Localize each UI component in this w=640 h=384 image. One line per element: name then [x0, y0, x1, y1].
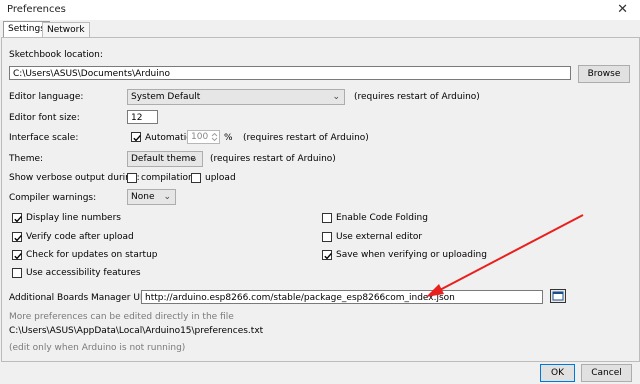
spinner-arrows-icon[interactable] — [211, 132, 218, 142]
external-editor-checkbox[interactable] — [322, 232, 332, 242]
editor-font-size-label: Editor font size: — [9, 113, 80, 123]
edit-note: (edit only when Arduino is not running) — [9, 343, 186, 353]
ok-button[interactable]: OK — [540, 364, 575, 382]
verbose-label: Show verbose output during: — [9, 173, 140, 183]
interface-scale-note: (requires restart of Arduino) — [243, 133, 369, 143]
check-icon — [133, 134, 141, 142]
window-icon[interactable] — [550, 289, 566, 303]
compilation-label: compilation — [141, 173, 194, 183]
preferences-file-path: C:\Users\ASUS\AppData\Local\Arduino15\pr… — [9, 326, 264, 336]
theme-label: Theme: — [9, 154, 44, 164]
upload-label: upload — [205, 173, 236, 183]
interface-scale-value: 100 — [191, 132, 209, 142]
editor-language-label: Editor language: — [9, 92, 84, 102]
chevron-down-icon: ⌄ — [163, 192, 171, 202]
interface-scale-label: Interface scale: — [9, 133, 79, 143]
code-folding-checkbox[interactable] — [322, 213, 332, 223]
window-glyph-icon — [552, 291, 564, 301]
verify-code-label: Verify code after upload — [26, 232, 134, 242]
compiler-warnings-select[interactable]: None ⌄ — [127, 189, 176, 205]
theme-note: (requires restart of Arduino) — [210, 154, 336, 164]
compilation-checkbox[interactable] — [127, 173, 137, 183]
compiler-warnings-label: Compiler warnings: — [9, 193, 97, 203]
interface-scale-unit: % — [224, 133, 233, 143]
accessibility-checkbox[interactable] — [12, 268, 22, 278]
boards-urls-label: Additional Boards Manager URLs: — [9, 293, 159, 303]
accessibility-label: Use accessibility features — [26, 268, 141, 278]
check-updates-label: Check for updates on startup — [26, 250, 158, 260]
editor-font-size-field[interactable]: 12 — [127, 110, 158, 124]
more-preferences-note: More preferences can be edited directly … — [9, 312, 234, 322]
boards-urls-field[interactable]: http://arduino.esp8266.com/stable/packag… — [141, 290, 543, 304]
check-icon — [324, 252, 332, 260]
automatic-checkbox[interactable] — [131, 132, 141, 142]
chevron-down-icon: ⌄ — [190, 154, 198, 164]
check-icon — [14, 215, 22, 223]
compiler-warnings-value: None — [131, 192, 155, 202]
editor-language-select[interactable]: System Default ⌄ — [127, 89, 345, 105]
interface-scale-spinner[interactable]: 100 — [187, 130, 220, 144]
code-folding-label: Enable Code Folding — [336, 213, 428, 223]
save-when-verifying-label: Save when verifying or uploading — [336, 250, 487, 260]
close-icon[interactable]: ✕ — [617, 2, 628, 17]
check-icon — [14, 234, 22, 242]
check-updates-checkbox[interactable] — [12, 250, 22, 260]
tab-strip: Settings Network — [0, 21, 640, 38]
save-when-verifying-checkbox[interactable] — [322, 250, 332, 260]
theme-value: Default theme — [131, 154, 196, 164]
editor-language-value: System Default — [131, 92, 201, 102]
external-editor-label: Use external editor — [336, 232, 423, 242]
check-icon — [14, 252, 22, 260]
window-title: Preferences — [7, 4, 66, 15]
title-bar — [0, 0, 640, 20]
display-line-numbers-label: Display line numbers — [26, 213, 121, 223]
browse-button[interactable]: Browse — [578, 65, 630, 83]
verify-code-checkbox[interactable] — [12, 232, 22, 242]
chevron-down-icon: ⌄ — [332, 92, 340, 102]
upload-checkbox[interactable] — [191, 173, 201, 183]
cancel-button[interactable]: Cancel — [581, 364, 632, 382]
theme-select[interactable]: Default theme ⌄ — [127, 151, 203, 167]
automatic-label: Automatic — [145, 133, 192, 143]
sketchbook-label: Sketchbook location: — [9, 50, 103, 60]
tab-network[interactable]: Network — [42, 22, 90, 38]
sketchbook-location-field[interactable]: C:\Users\ASUS\Documents\Arduino — [9, 66, 571, 80]
display-line-numbers-checkbox[interactable] — [12, 213, 22, 223]
editor-language-note: (requires restart of Arduino) — [354, 92, 480, 102]
